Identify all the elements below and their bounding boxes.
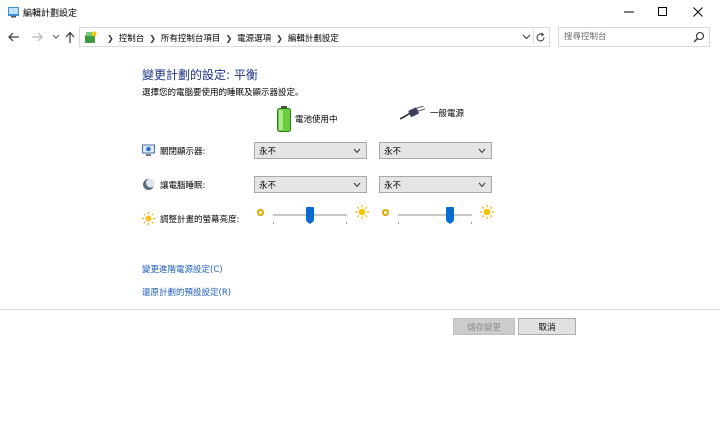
battery-icon bbox=[277, 106, 291, 132]
sleep-plugged-value: 永不 bbox=[384, 181, 402, 191]
sleep-label: 讓電腦睡眠: bbox=[160, 180, 206, 191]
power-plug-icon bbox=[400, 106, 426, 120]
window-title: 編輯計劃設定 bbox=[23, 9, 78, 19]
sleep-row-label: 讓電腦睡眠: bbox=[142, 178, 205, 191]
brightness-sun-icon bbox=[142, 212, 155, 225]
display-row-label: 關閉顯示器: bbox=[142, 144, 205, 157]
battery-column-label: 電池使用中 bbox=[295, 115, 338, 125]
breadcrumb-separator-icon: ❯ bbox=[149, 33, 156, 43]
back-arrow-icon bbox=[8, 32, 19, 42]
minimize-button[interactable] bbox=[612, 0, 646, 24]
brightness-label: 調整計畫的螢幕亮度: bbox=[160, 214, 240, 225]
dim-sun-icon bbox=[382, 209, 389, 216]
search-input[interactable] bbox=[564, 30, 684, 44]
title-bar: 編輯計劃設定 bbox=[0, 0, 720, 24]
control-panel-icon bbox=[85, 31, 97, 43]
forward-button[interactable] bbox=[29, 29, 45, 45]
chevron-down-icon bbox=[353, 182, 361, 188]
sleep-battery-value: 永不 bbox=[259, 181, 277, 191]
bright-sun-icon bbox=[355, 205, 369, 219]
forward-arrow-icon bbox=[32, 32, 43, 42]
page-title: 變更計劃的設定: 平衡 bbox=[142, 68, 258, 82]
moon-icon bbox=[143, 178, 155, 190]
address-field[interactable]: ❯ 控制台 ❯ 所有控制台項目 ❯ 電源選項 ❯ 編輯計劃設定 bbox=[79, 27, 550, 47]
display-label: 關閉顯示器: bbox=[160, 146, 206, 157]
monitor-icon bbox=[142, 144, 155, 156]
refresh-button[interactable] bbox=[533, 30, 547, 44]
brightness-plugged-slider[interactable] bbox=[381, 205, 494, 224]
close-button[interactable] bbox=[681, 0, 715, 24]
slider-tick bbox=[273, 222, 274, 224]
breadcrumb-item[interactable]: 編輯計劃設定 bbox=[288, 32, 339, 44]
sleep-battery-select[interactable]: 永不 bbox=[254, 176, 367, 193]
dim-sun-icon bbox=[257, 209, 264, 216]
save-changes-button[interactable]: 儲存變更 bbox=[453, 318, 515, 335]
display-battery-select[interactable]: 永不 bbox=[254, 142, 367, 159]
chevron-down-icon bbox=[353, 148, 361, 154]
address-bar: ❯ 控制台 ❯ 所有控制台項目 ❯ 電源選項 ❯ 編輯計劃設定 bbox=[0, 24, 720, 50]
address-dropdown-icon[interactable] bbox=[522, 32, 531, 41]
display-plugged-value: 永不 bbox=[384, 147, 402, 157]
sleep-plugged-select[interactable]: 永不 bbox=[379, 176, 492, 193]
maximize-icon bbox=[658, 7, 667, 16]
breadcrumb-item[interactable]: 所有控制台項目 bbox=[161, 32, 221, 44]
breadcrumb-item[interactable]: 控制台 bbox=[119, 32, 145, 44]
advanced-settings-link[interactable]: 變更進階電源設定(C) bbox=[142, 263, 223, 275]
up-arrow-icon bbox=[65, 31, 75, 43]
back-button[interactable] bbox=[6, 29, 22, 45]
chevron-down-icon bbox=[478, 148, 486, 154]
page-subtitle: 選擇您的電腦要使用的睡眠及顯示器設定。 bbox=[142, 88, 304, 98]
divider bbox=[0, 309, 720, 310]
brightness-row-label: 調整計畫的螢幕亮度: bbox=[142, 212, 239, 225]
breadcrumb: ❯ 控制台 ❯ 所有控制台項目 ❯ 電源選項 ❯ 編輯計劃設定 bbox=[102, 32, 339, 45]
display-plugged-select[interactable]: 永不 bbox=[379, 142, 492, 159]
maximize-button[interactable] bbox=[646, 0, 680, 24]
power-options-icon bbox=[8, 7, 19, 18]
slider-tick bbox=[346, 222, 347, 224]
plugged-column-label: 一般電源 bbox=[430, 109, 465, 119]
breadcrumb-separator-icon: ❯ bbox=[225, 33, 233, 43]
chevron-down-icon bbox=[478, 182, 486, 188]
main-content: 變更計劃的設定: 平衡 選擇您的電腦要使用的睡眠及顯示器設定。 電池使用中 一般… bbox=[0, 50, 720, 448]
display-battery-value: 永不 bbox=[259, 147, 277, 157]
plugged-column-header: 一般電源 bbox=[400, 106, 464, 120]
brightness-battery-slider[interactable] bbox=[256, 205, 369, 224]
slider-tick bbox=[398, 222, 399, 224]
slider-thumb[interactable] bbox=[445, 207, 454, 224]
cancel-button[interactable]: 取消 bbox=[518, 318, 576, 335]
slider-track bbox=[398, 214, 472, 216]
chevron-down-icon bbox=[52, 34, 60, 39]
slider-tick bbox=[471, 222, 472, 224]
breadcrumb-separator-icon: ❯ bbox=[276, 33, 283, 43]
minimize-icon bbox=[624, 11, 634, 13]
breadcrumb-separator-icon: ❯ bbox=[107, 33, 114, 43]
search-box[interactable] bbox=[558, 27, 710, 47]
bright-sun-icon bbox=[480, 205, 494, 219]
breadcrumb-item[interactable]: 電源選項 bbox=[237, 32, 271, 44]
refresh-icon bbox=[536, 32, 545, 41]
restore-defaults-link[interactable]: 還原計劃的預設設定(R) bbox=[142, 286, 231, 298]
close-icon bbox=[693, 7, 703, 17]
battery-column-header: 電池使用中 bbox=[277, 106, 338, 132]
search-icon[interactable] bbox=[693, 31, 705, 43]
slider-thumb[interactable] bbox=[306, 207, 314, 224]
up-button[interactable] bbox=[62, 29, 78, 45]
